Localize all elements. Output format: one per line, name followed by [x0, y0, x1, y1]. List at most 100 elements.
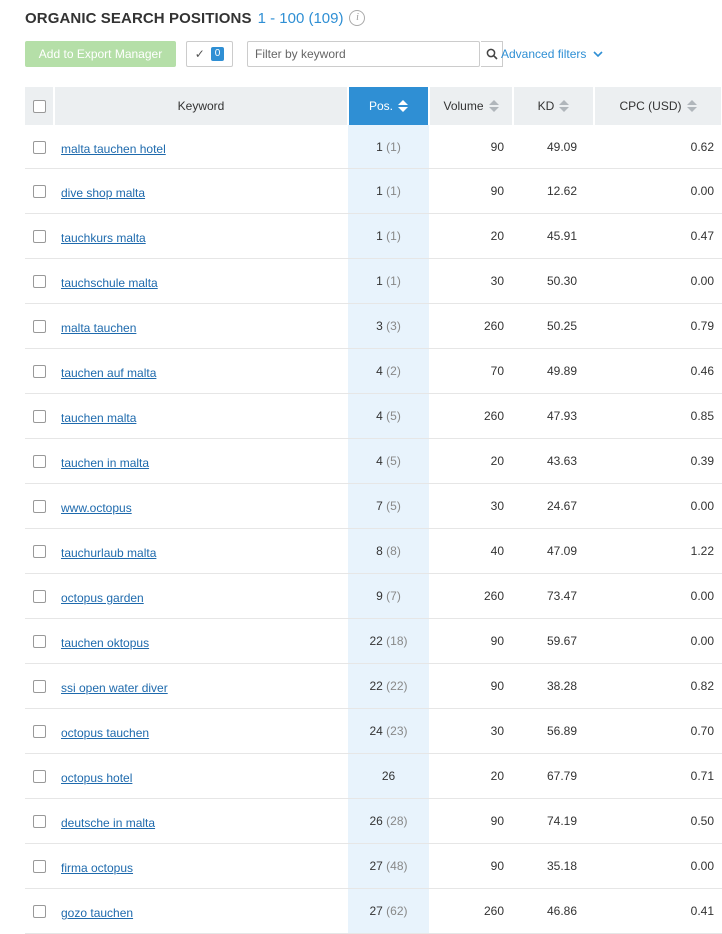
row-checkbox[interactable] — [33, 365, 46, 379]
table-row: www.octopus 7 (5) 30 24.67 0.00 — [25, 483, 722, 529]
keyword-link[interactable]: tauchen oktopus — [61, 636, 149, 650]
table-row: octopus tauchen 24 (23) 30 56.89 0.70 — [25, 708, 722, 754]
row-checkbox-cell — [25, 213, 54, 259]
cpc-cell: 0.39 — [594, 438, 722, 484]
kd-cell: 50.25 — [513, 303, 594, 349]
row-checkbox[interactable] — [33, 680, 46, 694]
kd-cell: 12.62 — [513, 168, 594, 214]
checkmark-icon: ✓ — [194, 47, 205, 61]
previous-position: (1) — [386, 274, 401, 288]
sort-icon — [488, 100, 499, 112]
table-row: malta tauchen 3 (3) 260 50.25 0.79 — [25, 303, 722, 349]
keyword-link[interactable]: octopus tauchen — [61, 726, 149, 740]
row-checkbox[interactable] — [33, 320, 46, 334]
keyword-link[interactable]: www.octopus — [61, 501, 132, 515]
keyword-link[interactable]: tauchurlaub malta — [61, 546, 156, 560]
position-cell: 24 (23) — [348, 708, 429, 754]
cpc-cell: 0.00 — [594, 618, 722, 664]
row-checkbox[interactable] — [33, 545, 46, 559]
kd-cell: 46.86 — [513, 888, 594, 934]
row-checkbox-cell — [25, 168, 54, 214]
position-cell: 22 (22) — [348, 663, 429, 709]
keyword-link[interactable]: gozo tauchen — [61, 906, 133, 920]
keyword-link[interactable]: deutsche in malta — [61, 816, 155, 830]
keyword-cell: tauchkurs malta — [54, 213, 348, 259]
volume-cell: 20 — [429, 753, 513, 799]
keyword-link[interactable]: tauchen in malta — [61, 456, 149, 470]
table-header-row: Keyword Pos. Volume KD CPC (USD) — [25, 87, 722, 125]
column-header-pos[interactable]: Pos. — [348, 87, 430, 125]
keyword-link[interactable]: octopus hotel — [61, 771, 132, 785]
row-checkbox[interactable] — [33, 410, 46, 424]
row-checkbox-cell — [25, 798, 54, 844]
row-checkbox[interactable] — [33, 140, 46, 154]
table-row: gozo tauchen 27 (62) 260 46.86 0.41 — [25, 888, 722, 934]
table-row: tauchurlaub malta 8 (8) 40 47.09 1.22 — [25, 528, 722, 574]
table-row: tauchen in malta 4 (5) 20 43.63 0.39 — [25, 438, 722, 484]
previous-position: (18) — [386, 634, 408, 648]
column-header-keyword[interactable]: Keyword — [54, 87, 349, 125]
keyword-link[interactable]: malta tauchen hotel — [61, 142, 166, 156]
keyword-link[interactable]: tauchen auf malta — [61, 366, 156, 380]
row-checkbox[interactable] — [33, 455, 46, 469]
kd-cell: 56.89 — [513, 708, 594, 754]
search-button[interactable] — [481, 41, 503, 67]
position-value: 22 — [369, 634, 383, 648]
keyword-link[interactable]: malta tauchen — [61, 321, 136, 335]
sort-icon — [559, 100, 570, 112]
selected-keywords-button[interactable]: ✓ 0 — [186, 41, 233, 67]
row-checkbox[interactable] — [33, 590, 46, 604]
kd-cell: 45.91 — [513, 213, 594, 259]
keyword-link[interactable]: tauchschule malta — [61, 276, 158, 290]
row-checkbox[interactable] — [33, 770, 46, 784]
row-checkbox[interactable] — [33, 860, 46, 874]
position-value: 22 — [369, 679, 383, 693]
volume-cell: 260 — [429, 303, 513, 349]
position-value: 1 — [376, 274, 383, 288]
keyword-link[interactable]: firma octopus — [61, 861, 133, 875]
keyword-link[interactable]: dive shop malta — [61, 186, 145, 200]
row-checkbox[interactable] — [33, 275, 46, 289]
advanced-filters-toggle[interactable]: Advanced filters — [501, 41, 603, 67]
position-cell: 4 (5) — [348, 393, 429, 439]
info-icon[interactable]: i — [349, 10, 366, 26]
row-checkbox[interactable] — [33, 725, 46, 739]
keyword-link[interactable]: tauchkurs malta — [61, 231, 146, 245]
row-checkbox[interactable] — [33, 905, 46, 919]
row-checkbox[interactable] — [33, 230, 46, 244]
cpc-cell: 0.41 — [594, 888, 722, 934]
table-row: tauchschule malta 1 (1) 30 50.30 0.00 — [25, 258, 722, 304]
position-cell: 3 (3) — [348, 303, 429, 349]
row-checkbox-cell — [25, 483, 54, 529]
column-header-volume[interactable]: Volume — [429, 87, 514, 125]
keyword-cell: dive shop malta — [54, 168, 348, 214]
cpc-cell: 0.00 — [594, 573, 722, 619]
keyword-link[interactable]: ssi open water diver — [61, 681, 168, 695]
row-checkbox-cell — [25, 618, 54, 664]
position-cell: 22 (18) — [348, 618, 429, 664]
table-row: malta tauchen hotel 1 (1) 90 49.09 0.62 — [25, 125, 722, 169]
position-cell: 27 (48) — [348, 843, 429, 889]
chevron-down-icon — [593, 50, 603, 57]
column-header-cpc[interactable]: CPC (USD) — [594, 87, 722, 125]
row-checkbox[interactable] — [33, 635, 46, 649]
row-checkbox[interactable] — [33, 815, 46, 829]
position-value: 26 — [381, 769, 396, 783]
cpc-cell: 0.82 — [594, 663, 722, 709]
kd-cell: 49.09 — [513, 125, 594, 169]
row-checkbox-cell — [25, 125, 54, 169]
column-header-kd[interactable]: KD — [513, 87, 595, 125]
kd-cell: 43.63 — [513, 438, 594, 484]
position-value: 9 — [376, 589, 383, 603]
volume-cell: 30 — [429, 708, 513, 754]
kd-cell: 24.67 — [513, 483, 594, 529]
toolbar: Add to Export Manager ✓ 0 Advanced filte… — [25, 41, 722, 67]
keyword-link[interactable]: octopus garden — [61, 591, 144, 605]
add-to-export-manager-button[interactable]: Add to Export Manager — [25, 41, 176, 67]
filter-by-keyword-input[interactable] — [248, 42, 462, 66]
select-all-checkbox[interactable] — [32, 100, 46, 114]
row-checkbox[interactable] — [33, 500, 46, 514]
keyword-link[interactable]: tauchen malta — [61, 411, 136, 425]
row-checkbox[interactable] — [33, 185, 46, 199]
position-cell: 1 (1) — [348, 125, 429, 169]
